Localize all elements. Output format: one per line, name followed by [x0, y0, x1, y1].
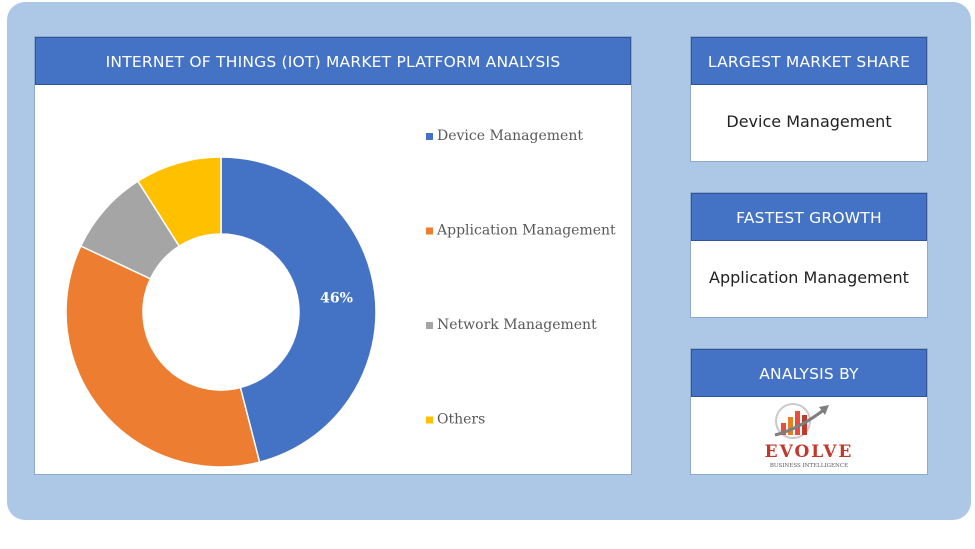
- chart-card: INTERNET OF THINGS (IOT) MARKET PLATFORM…: [34, 36, 632, 475]
- largest-share-title: LARGEST MARKET SHARE: [691, 37, 927, 85]
- analysis-by-card: ANALYSIS BY EVOLVE BUSINESS INTELLIGENCE: [690, 348, 928, 475]
- largest-share-value: Device Management: [726, 112, 892, 131]
- logo-subtext: BUSINESS INTELLIGENCE: [770, 463, 848, 469]
- donut-chart: 46% Device Management Application Managem…: [65, 128, 616, 468]
- legend-item: Application Management: [436, 223, 616, 239]
- logo-bar-icon: [795, 411, 800, 435]
- chart-header: INTERNET OF THINGS (IOT) MARKET PLATFORM…: [35, 37, 631, 85]
- fastest-growth-card: FASTEST GROWTH Application Management: [690, 192, 928, 318]
- legend-swatch: [426, 227, 433, 235]
- legend-swatch: [426, 322, 433, 329]
- analysis-by-title: ANALYSIS BY: [691, 349, 927, 397]
- logo-graphic: EVOLVE BUSINESS INTELLIGENCE: [765, 403, 854, 469]
- logo-text: EVOLVE: [765, 442, 854, 462]
- logo-bar-icon: [788, 417, 793, 435]
- legend-item: Device Management: [437, 128, 583, 144]
- largest-share-card: LARGEST MARKET SHARE Device Management: [690, 36, 928, 162]
- fastest-growth-value: Application Management: [709, 268, 909, 287]
- legend-item: Others: [437, 412, 485, 428]
- fastest-growth-title: FASTEST GROWTH: [691, 193, 927, 241]
- donut-slice-application-management: [65, 245, 261, 468]
- evolve-logo: EVOLVE BUSINESS INTELLIGENCE: [691, 397, 927, 475]
- legend-swatch: [426, 416, 433, 424]
- legend-item: Network Management: [437, 317, 597, 333]
- data-label: 46%: [320, 290, 353, 306]
- legend-swatch: [426, 133, 433, 140]
